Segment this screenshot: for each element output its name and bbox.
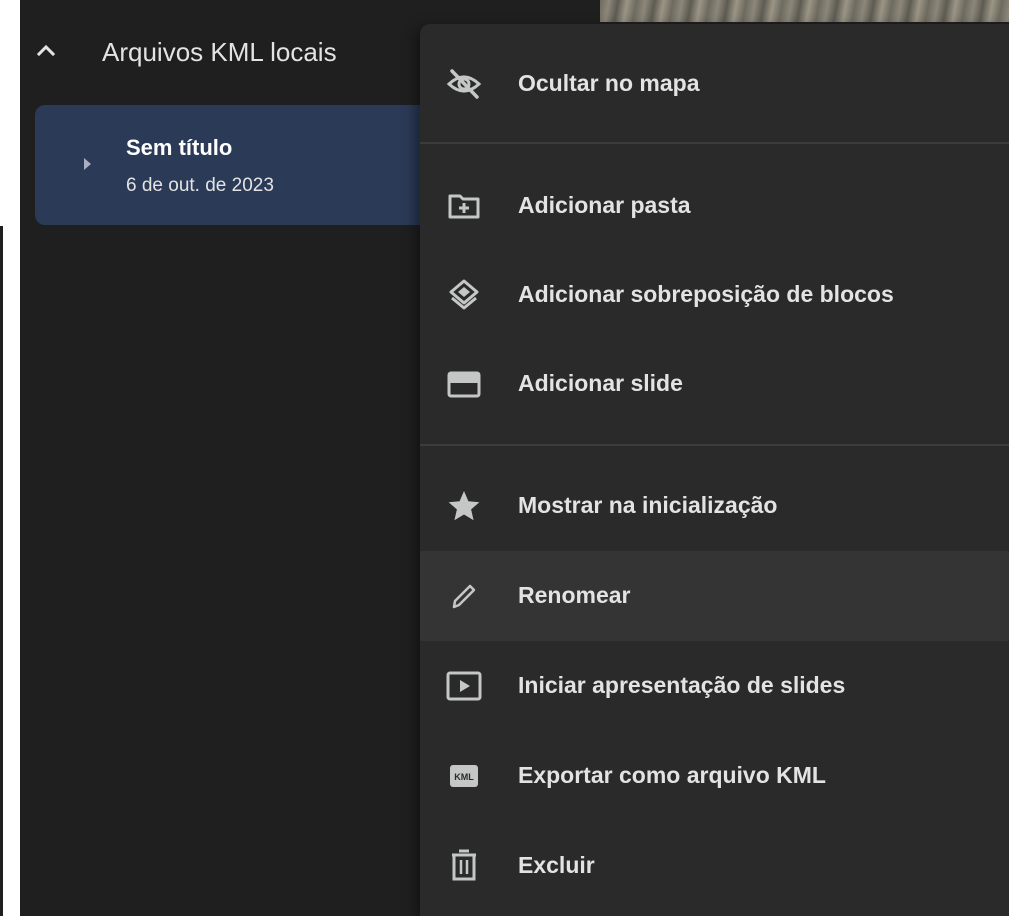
menu-item-label: Adicionar slide: [518, 370, 683, 396]
tile-overlay-icon: [444, 275, 484, 315]
menu-item-label: Iniciar apresentação de slides: [518, 672, 846, 698]
menu-item-delete[interactable]: Excluir: [420, 821, 1009, 911]
play-slideshow-icon: [444, 666, 484, 706]
pencil-icon: [444, 576, 484, 616]
menu-item-label: Excluir: [518, 852, 595, 878]
menu-item-label: Renomear: [518, 582, 631, 608]
star-icon: [444, 486, 484, 526]
project-date: 6 de out. de 2023: [126, 175, 274, 196]
menu-item-add-slide[interactable]: Adicionar slide: [420, 339, 1009, 429]
kml-file-icon: KML: [444, 756, 484, 796]
add-folder-icon: [444, 186, 484, 226]
menu-item-label: Exportar como arquivo KML: [518, 762, 826, 788]
trash-icon: [444, 846, 484, 886]
menu-item-hide-on-map[interactable]: Ocultar no mapa: [420, 39, 1009, 129]
project-title: Sem título: [126, 135, 233, 160]
visibility-off-icon: [444, 64, 484, 104]
svg-text:KML: KML: [454, 772, 474, 782]
menu-item-export-kml[interactable]: KML Exportar como arquivo KML: [420, 731, 1009, 821]
expand-arrow-icon[interactable]: [83, 157, 93, 171]
panel-left-edge: [0, 226, 3, 916]
map-view[interactable]: [600, 0, 1009, 22]
slide-icon: [444, 364, 484, 404]
menu-item-show-on-startup[interactable]: Mostrar na inicialização: [420, 461, 1009, 551]
menu-item-label: Adicionar pasta: [518, 192, 691, 218]
context-menu: Ocultar no mapa Adicionar pasta Adiciona…: [420, 24, 1009, 916]
chevron-up-icon[interactable]: [34, 38, 58, 62]
section-header-local-kml[interactable]: Arquivos KML locais: [20, 24, 420, 80]
menu-item-start-slideshow[interactable]: Iniciar apresentação de slides: [420, 641, 1009, 731]
menu-item-add-folder[interactable]: Adicionar pasta: [420, 161, 1009, 251]
menu-item-add-tile-overlay[interactable]: Adicionar sobreposição de blocos: [420, 250, 1009, 340]
menu-item-label: Mostrar na inicialização: [518, 492, 778, 518]
menu-divider: [420, 142, 1009, 144]
menu-item-label: Adicionar sobreposição de blocos: [518, 281, 894, 307]
screen: Arquivos KML locais Sem título 6 de out.…: [0, 0, 1009, 916]
menu-item-label: Ocultar no mapa: [518, 70, 700, 96]
section-title: Arquivos KML locais: [102, 37, 337, 67]
menu-item-rename[interactable]: Renomear: [420, 551, 1009, 641]
project-item-selected[interactable]: Sem título 6 de out. de 2023: [35, 105, 455, 225]
menu-divider: [420, 444, 1009, 446]
